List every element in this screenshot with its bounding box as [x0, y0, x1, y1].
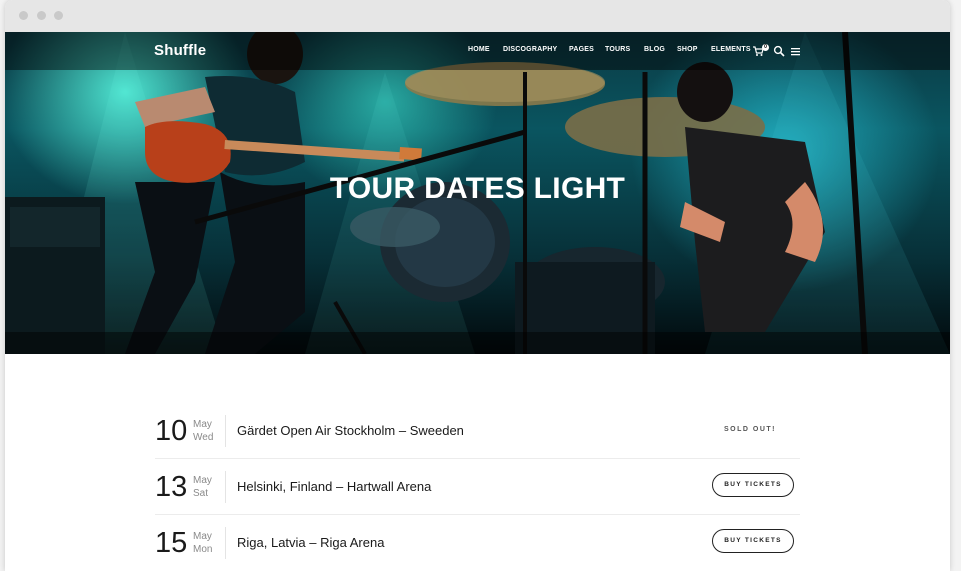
buy-tickets-button[interactable]: BUY TICKETS	[712, 529, 794, 553]
tour-weekday: Sat	[193, 488, 209, 499]
tour-day: 15	[155, 527, 188, 559]
sold-out-label: SOLD OUT!	[724, 426, 776, 433]
browser-chrome	[5, 0, 950, 32]
tour-month: May	[193, 475, 212, 486]
row-divider	[225, 471, 226, 503]
browser-window: Shuffle HOME DISCOGRAPHY PAGES TOURS BLO…	[5, 0, 950, 571]
tour-venue[interactable]: Riga, Latvia – Riga Arena	[237, 535, 384, 550]
tour-month: May	[193, 531, 212, 542]
tour-day: 10	[155, 415, 188, 447]
nav-shop[interactable]: SHOP	[677, 46, 698, 53]
nav-home[interactable]: HOME	[468, 46, 490, 53]
window-dot-icon	[54, 11, 63, 20]
nav-discography[interactable]: DISCOGRAPHY	[503, 46, 557, 53]
tour-venue[interactable]: Gärdet Open Air Stockholm – Sweeden	[237, 423, 464, 438]
page-title: TOUR DATES LIGHT	[329, 172, 626, 205]
nav-elements[interactable]: ELEMENTS	[711, 46, 751, 53]
tour-month: May	[193, 419, 212, 430]
tour-row: 15 May Mon Riga, Latvia – Riga Arena BUY…	[155, 515, 800, 571]
hero-banner: Shuffle HOME DISCOGRAPHY PAGES TOURS BLO…	[5, 32, 950, 354]
top-navbar: Shuffle HOME DISCOGRAPHY PAGES TOURS BLO…	[5, 32, 950, 70]
menu-icon[interactable]	[791, 44, 801, 62]
buy-tickets-button[interactable]: BUY TICKETS	[712, 473, 794, 497]
row-divider	[225, 527, 226, 559]
tour-venue[interactable]: Helsinki, Finland – Hartwall Arena	[237, 479, 431, 494]
tour-row: 10 May Wed Gärdet Open Air Stockholm – S…	[155, 403, 800, 459]
tour-row: 13 May Sat Helsinki, Finland – Hartwall …	[155, 459, 800, 515]
search-icon[interactable]	[773, 44, 785, 62]
tour-weekday: Mon	[193, 544, 213, 555]
row-divider	[225, 415, 226, 447]
nav-pages[interactable]: PAGES	[569, 46, 594, 53]
nav-blog[interactable]: BLOG	[644, 46, 665, 53]
site-logo[interactable]: Shuffle	[154, 42, 206, 59]
window-dot-icon	[19, 11, 28, 20]
cart-count-badge: 0	[762, 44, 769, 51]
window-dot-icon	[37, 11, 46, 20]
tour-day: 13	[155, 471, 188, 503]
nav-tours[interactable]: TOURS	[605, 46, 630, 53]
tour-weekday: Wed	[193, 432, 214, 443]
